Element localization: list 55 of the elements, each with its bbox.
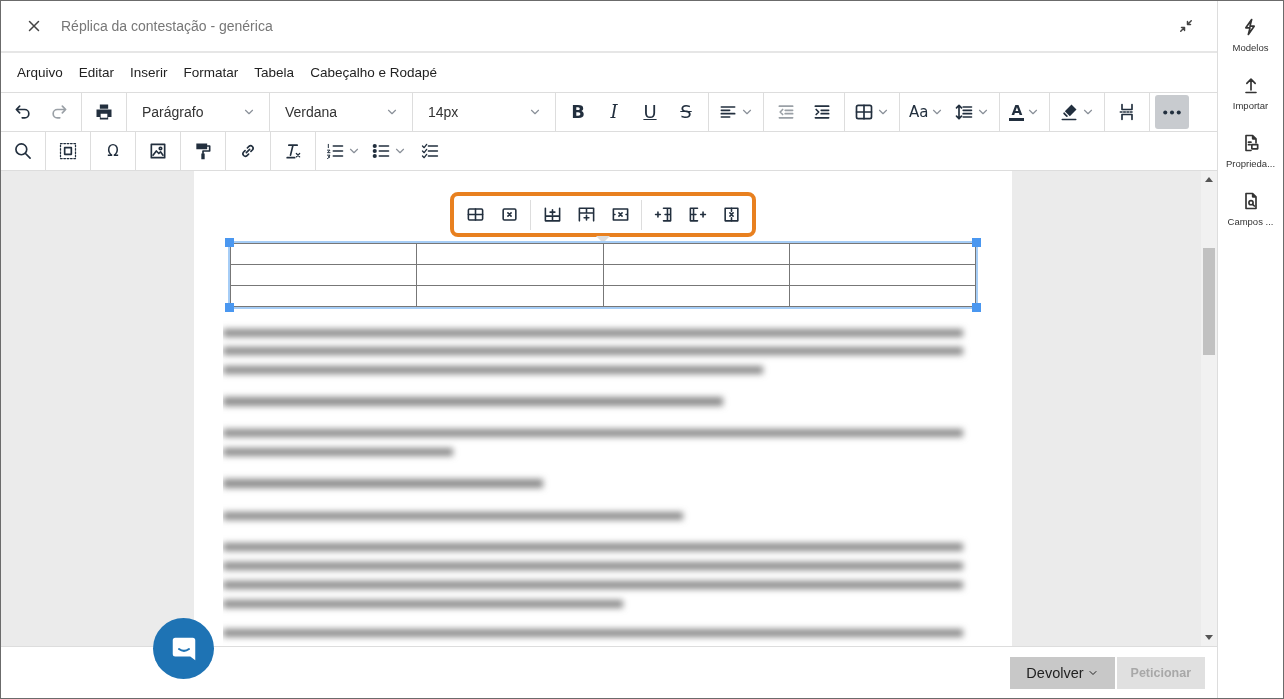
search-icon	[13, 141, 33, 161]
format-dropdown[interactable]: Aa	[905, 95, 949, 129]
dropdown-select[interactable]: 14px	[418, 95, 550, 129]
collapse-icon	[1177, 17, 1195, 35]
dropdown-select[interactable]: Verdana	[275, 95, 407, 129]
format-button[interactable]: Ω	[96, 134, 130, 168]
table[interactable]	[230, 243, 976, 308]
checklist-icon	[420, 141, 440, 161]
menu-item[interactable]: Inserir	[122, 61, 176, 84]
scroll-up-arrow-icon[interactable]	[1205, 177, 1213, 182]
line-height-icon	[954, 102, 975, 122]
image-icon	[148, 141, 168, 161]
sidebar-item[interactable]: Campos ...	[1227, 191, 1274, 227]
insert-column-before-icon	[653, 205, 673, 225]
sidebar-item[interactable]: Proprieda...	[1225, 133, 1276, 169]
menu-item[interactable]: Formatar	[175, 61, 247, 84]
menu-item[interactable]: Arquivo	[9, 61, 71, 84]
resize-handle[interactable]	[225, 238, 234, 248]
dropdown-select[interactable]: Parágrafo	[132, 95, 264, 129]
insert-column-after-icon	[687, 205, 707, 225]
resize-handle[interactable]	[225, 303, 234, 313]
format-button[interactable]: U	[633, 95, 667, 129]
redo-icon	[49, 102, 69, 122]
menu-item[interactable]: Tabela	[246, 61, 303, 84]
sidebar-item[interactable]: Modelos	[1232, 17, 1269, 53]
undo-icon	[13, 102, 33, 122]
numbered-list-icon	[325, 141, 345, 161]
pointer-arrow-icon	[596, 236, 610, 244]
scroll-down-arrow-icon[interactable]	[1205, 635, 1213, 640]
format-button[interactable]: I	[597, 95, 631, 129]
sidebar-item[interactable]: Importar	[1232, 75, 1269, 111]
more-button[interactable]	[1155, 95, 1190, 129]
highlighter-icon	[1059, 102, 1080, 122]
resize-handle[interactable]	[972, 238, 981, 248]
menu-item[interactable]: Cabeçalho e Rodapé	[302, 61, 445, 84]
menu-item[interactable]: Editar	[70, 61, 123, 84]
delete-column-icon	[721, 205, 741, 225]
dropdown-button[interactable]: Devolver	[1010, 656, 1115, 689]
insert-row-above-icon	[542, 205, 562, 225]
format-button[interactable]: B	[561, 95, 595, 129]
insert-row-below-icon	[576, 205, 596, 225]
more-icon	[1163, 109, 1182, 115]
window-title: Réplica da contestação - genérica	[61, 18, 274, 34]
resize-handle[interactable]	[972, 303, 981, 313]
scrollbar-thumb[interactable]	[1203, 248, 1215, 355]
format-button[interactable]: S	[669, 95, 703, 129]
format-dropdown[interactable]: A	[1005, 95, 1045, 129]
paint-roller-icon	[193, 141, 213, 161]
table-icon	[854, 102, 874, 122]
select-all-icon	[58, 141, 78, 161]
bulleted-list-icon	[371, 141, 391, 161]
indent-icon	[812, 102, 832, 122]
clear-format-icon	[283, 141, 303, 161]
outdent-icon	[776, 102, 796, 122]
print-icon	[94, 102, 114, 122]
